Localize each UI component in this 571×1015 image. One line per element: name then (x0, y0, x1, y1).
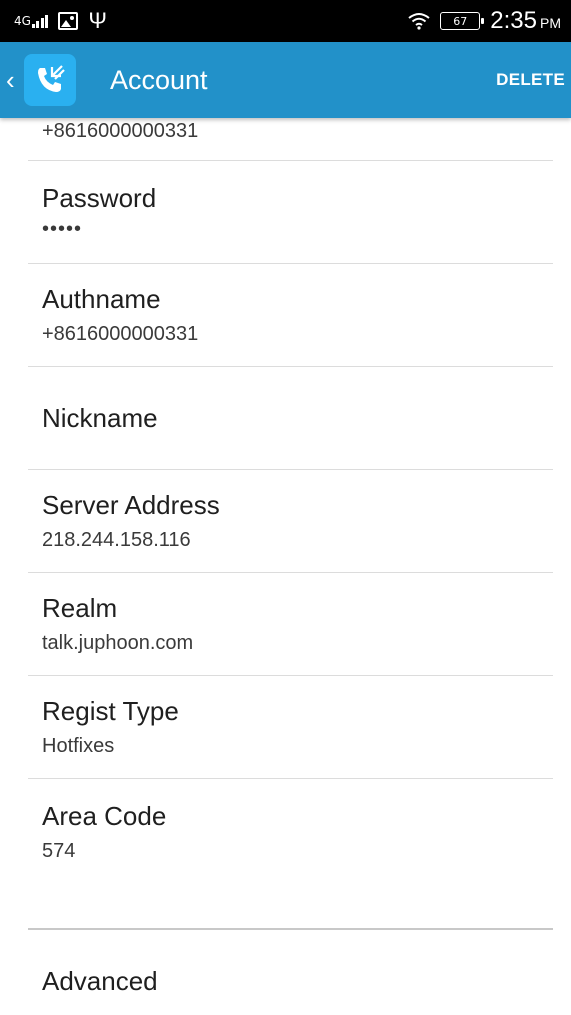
status-bar-left: 4G Ψ (14, 10, 107, 32)
clock: 2:35 PM (490, 7, 561, 35)
page-title: Account (110, 64, 208, 95)
regist-type-label: Regist Type (42, 696, 179, 726)
usb-icon: Ψ (88, 8, 107, 33)
realm-label: Realm (42, 593, 118, 623)
password-item[interactable]: Password ••••• (28, 161, 553, 264)
battery-icon: 67 (440, 12, 485, 30)
password-value: ••••• (42, 218, 83, 240)
server-address-item[interactable]: Server Address 218.244.158.116 (28, 470, 553, 573)
signal-indicator: 4G (14, 14, 49, 28)
section-divider (28, 928, 553, 930)
status-bar: 4G Ψ 67 2:35 PM (0, 0, 571, 42)
authname-value: +8616000000331 (42, 323, 199, 345)
signal-bars-icon (31, 14, 49, 28)
image-notification-icon (58, 12, 79, 30)
area-code-label: Area Code (42, 801, 167, 831)
area-code-item[interactable]: Area Code 574 (28, 779, 553, 904)
nickname-item[interactable]: Nickname (28, 367, 553, 470)
regist-type-item[interactable]: Regist Type Hotfixes (28, 676, 553, 779)
regist-type-value: Hotfixes (42, 735, 115, 757)
username-value: +8616000000331 (42, 120, 199, 142)
phone-arrows-icon (38, 65, 65, 92)
username-item[interactable]: +8616000000331 (28, 118, 553, 161)
status-bar-right: 67 2:35 PM (408, 7, 561, 35)
clock-ampm: PM (540, 15, 561, 31)
battery-level: 67 (453, 14, 468, 28)
app-bar: ‹ Account DELETE (0, 42, 571, 118)
phone-app-icon[interactable] (24, 54, 76, 106)
realm-item[interactable]: Realm talk.juphoon.com (28, 573, 553, 676)
account-settings-list: +8616000000331 Password ••••• Authname +… (0, 118, 571, 997)
delete-button[interactable]: DELETE (496, 70, 565, 90)
back-chevron-icon[interactable]: ‹ (6, 65, 24, 96)
network-type: 4G (14, 14, 31, 28)
clock-time: 2:35 (490, 7, 537, 34)
authname-item[interactable]: Authname +8616000000331 (28, 264, 553, 367)
server-address-label: Server Address (42, 490, 220, 520)
area-code-value: 574 (42, 840, 76, 862)
nickname-label: Nickname (42, 402, 158, 433)
advanced-section-header[interactable]: Advanced (42, 966, 571, 997)
realm-value: talk.juphoon.com (42, 632, 194, 654)
wifi-icon (408, 13, 430, 30)
authname-label: Authname (42, 284, 161, 314)
server-address-value: 218.244.158.116 (42, 529, 191, 551)
password-label: Password (42, 183, 157, 213)
